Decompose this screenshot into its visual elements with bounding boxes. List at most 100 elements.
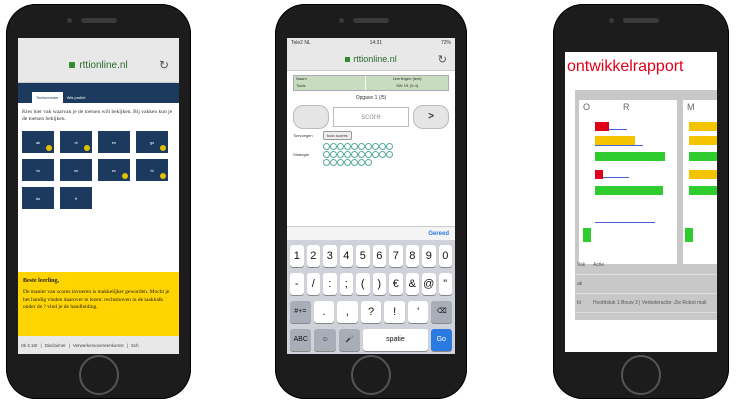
- microphone-icon[interactable]: 🎤: [338, 329, 361, 351]
- key[interactable]: @: [422, 273, 436, 295]
- footer-disclaimer[interactable]: Disclaimer: [45, 343, 66, 348]
- home-button[interactable]: [78, 355, 119, 395]
- camera-speaker: [66, 18, 117, 23]
- key-row-bottom: ABC ☺ 🎤 spatie Go: [290, 329, 452, 351]
- tab-bar: Toetsvenster Wis profiel: [18, 83, 179, 103]
- report-column: O R: [579, 100, 677, 264]
- key[interactable]: 5: [356, 245, 370, 267]
- warning-icon: [160, 173, 166, 180]
- battery: 72%: [440, 40, 451, 46]
- phone-middle-screen: Tele2 NL 14:31 72% rttionline.nl ↻ Naam L…: [287, 38, 455, 354]
- status-bar: [18, 38, 179, 48]
- subject-tile[interactable]: wi: [60, 159, 92, 182]
- reload-icon[interactable]: ↻: [159, 58, 169, 72]
- option-radios[interactable]: [323, 143, 393, 166]
- subject-tile[interactable]: gs: [136, 131, 168, 154]
- key-row-numbers: 1 2 3 4 5 6 7 8 9 0: [290, 245, 452, 267]
- emoji-icon[interactable]: ☺: [314, 329, 336, 351]
- tile-label: fa: [36, 167, 40, 173]
- instruction-text: Kies hier vak waarvan je de toetsen wilt…: [22, 109, 173, 123]
- key[interactable]: .: [313, 301, 335, 323]
- key[interactable]: ): [372, 273, 386, 295]
- score-input[interactable]: score: [333, 107, 409, 127]
- status-bar: Tele2 NL 14:31 72%: [287, 38, 455, 48]
- subject-tile[interactable]: nl: [60, 131, 92, 154]
- abc-key[interactable]: ABC: [290, 329, 312, 351]
- lock-icon: [69, 62, 76, 68]
- subject-grid: ak nl en gs fa wi ec bi du fr: [18, 129, 179, 211]
- report-title: ontwikkelrapport: [567, 58, 684, 75]
- phone-left: rttionline.nl ↻ Toetsvenster Wis profiel…: [6, 4, 191, 399]
- subject-tile[interactable]: fr: [60, 187, 92, 210]
- subject-tile[interactable]: bi: [136, 159, 168, 182]
- key-row-punct: #+= . , ? ! ' ⌫: [290, 301, 453, 323]
- key[interactable]: ,: [337, 301, 358, 323]
- phone-right: ontwikkelrapport O R M Vak Actie ak bi H…: [553, 4, 729, 399]
- score-bar-green: [685, 228, 693, 242]
- phone-right-screen: ontwikkelrapport O R M Vak Actie ak bi H…: [565, 52, 717, 352]
- column-header-o: O: [583, 102, 591, 112]
- column-header-r: R: [623, 102, 630, 112]
- key[interactable]: -: [290, 273, 304, 295]
- key[interactable]: 2: [306, 245, 320, 267]
- subject-tile[interactable]: en: [98, 131, 130, 154]
- key[interactable]: 6: [372, 245, 386, 267]
- go-key[interactable]: Go: [430, 329, 452, 351]
- space-key[interactable]: spatie: [363, 329, 428, 351]
- clock: 14:31: [369, 40, 383, 46]
- tab-wis-profiel[interactable]: Wis profiel: [63, 92, 90, 103]
- tab-toetsvenster[interactable]: Toetsvenster: [32, 92, 63, 103]
- home-button[interactable]: [351, 355, 391, 395]
- notice-text: De manier van scores invoeren is makkeli…: [23, 289, 170, 310]
- key[interactable]: /: [306, 273, 320, 295]
- address-bar[interactable]: rttionline.nl ↻: [18, 48, 179, 83]
- info-key: Toets: [294, 83, 366, 90]
- score-bar-green: [595, 152, 665, 161]
- strategie-label: Strategie: [293, 152, 310, 157]
- home-button[interactable]: [621, 355, 661, 395]
- key[interactable]: (: [356, 273, 370, 295]
- symbols-key[interactable]: #+=: [290, 301, 311, 323]
- key[interactable]: ": [438, 273, 452, 295]
- key[interactable]: ;: [339, 273, 353, 295]
- score-line: [609, 129, 627, 130]
- key[interactable]: ?: [360, 301, 382, 323]
- show-scores-button[interactable]: toon scores: [323, 131, 352, 140]
- key[interactable]: €: [389, 273, 403, 295]
- key[interactable]: 3: [323, 245, 337, 267]
- key[interactable]: 4: [339, 245, 353, 267]
- key[interactable]: &: [405, 273, 419, 295]
- key[interactable]: 0: [438, 245, 452, 267]
- address-bar[interactable]: rttionline.nl ↻: [287, 48, 455, 71]
- footer-more[interactable]: Sch: [131, 343, 139, 348]
- backspace-icon[interactable]: ⌫: [431, 301, 453, 323]
- done-button[interactable]: Gereed: [428, 231, 449, 237]
- key[interactable]: 9: [422, 245, 436, 267]
- url-text: rttionline.nl: [353, 54, 397, 64]
- prev-button[interactable]: [293, 105, 329, 129]
- notice-box: Beste leerling, De manier van scores inv…: [18, 272, 179, 336]
- key[interactable]: 1: [290, 245, 304, 267]
- info-row: Toets SW H1 (5.4): [294, 83, 448, 90]
- subject-tile[interactable]: fa: [22, 159, 54, 182]
- key[interactable]: 7: [389, 245, 403, 267]
- tile-label: ec: [111, 167, 117, 173]
- next-button[interactable]: >: [413, 105, 449, 129]
- key[interactable]: 8: [405, 245, 419, 267]
- reload-icon[interactable]: ↻: [438, 53, 447, 66]
- key[interactable]: ': [407, 301, 429, 323]
- score-bar-red: [595, 122, 609, 131]
- footer-version[interactable]: rtti 3.18r: [21, 343, 38, 348]
- toevoegen-label: Toevoegen: [293, 133, 313, 138]
- key-row-symbols: - / : ; ( ) € & @ ": [290, 273, 452, 295]
- footer-agreement[interactable]: Verwerkersovereenkomst: [73, 343, 124, 348]
- key[interactable]: :: [323, 273, 337, 295]
- url-text: rttionline.nl: [79, 59, 128, 71]
- subject-tile[interactable]: ec: [98, 159, 130, 182]
- score-line: [603, 177, 629, 178]
- score-bar-green: [689, 152, 717, 161]
- subject-tile[interactable]: ak: [22, 131, 54, 154]
- info-key: Naam: [294, 76, 366, 83]
- key[interactable]: !: [384, 301, 405, 323]
- subject-tile[interactable]: du: [22, 187, 54, 210]
